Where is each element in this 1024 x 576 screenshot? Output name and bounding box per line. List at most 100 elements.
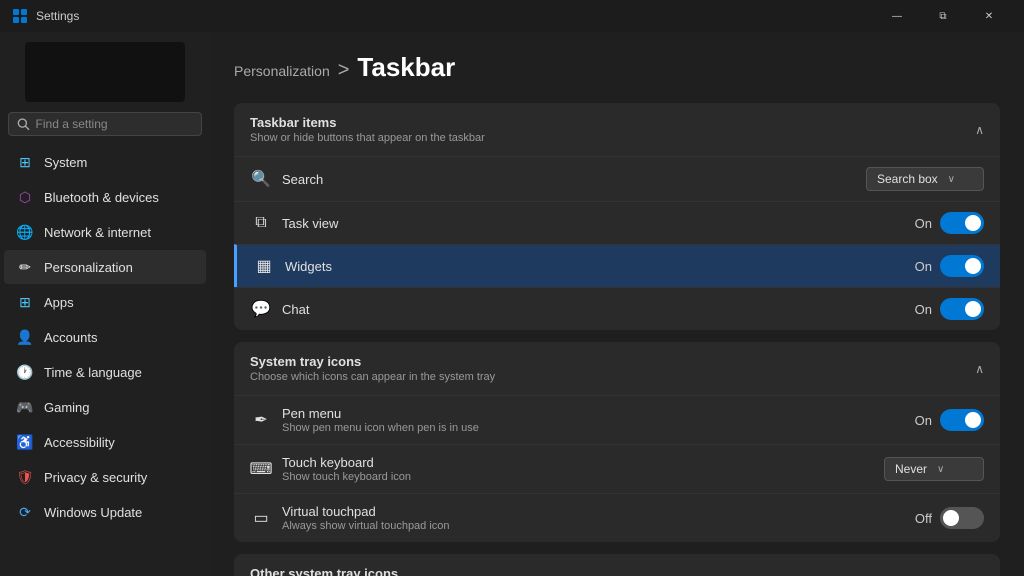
toggle-widgets[interactable] (940, 255, 984, 277)
sidebar-item-accessibility[interactable]: ♿ Accessibility (4, 425, 206, 459)
sidebar-item-privacy[interactable]: 🛡 Privacy & security (4, 460, 206, 494)
sublabel-touch-keyboard: Show touch keyboard icon (282, 471, 411, 483)
sidebar-label-apps: Apps (44, 295, 74, 310)
section-header-taskbar-items[interactable]: Taskbar items Show or hide buttons that … (234, 103, 1000, 156)
sidebar-label-system: System (44, 155, 87, 170)
personalization-icon: ✏ (16, 258, 34, 276)
search-icon (17, 117, 30, 131)
sidebar-item-personalization[interactable]: ✏ Personalization (4, 250, 206, 284)
sublabel-virtual-touchpad: Always show virtual touchpad icon (282, 520, 450, 532)
setting-left-chat: 💬 Chat (250, 298, 309, 320)
sidebar-item-time[interactable]: 🕐 Time & language (4, 355, 206, 389)
sidebar-item-update[interactable]: ⟳ Windows Update (4, 495, 206, 529)
toggle-chat[interactable] (940, 298, 984, 320)
app-icon (12, 8, 28, 24)
avatar (25, 42, 185, 102)
sidebar-label-update: Windows Update (44, 505, 142, 520)
section-title-taskbar-items: Taskbar items (250, 115, 485, 130)
dropdown-touch-keyboard[interactable]: Never ∨ (884, 457, 984, 481)
sublabel-pen-menu: Show pen menu icon when pen is in use (282, 422, 479, 434)
setting-left-pen-menu: ✒ Pen menu Show pen menu icon when pen i… (250, 406, 479, 434)
network-icon: 🌐 (16, 223, 34, 241)
sidebar-search[interactable] (8, 112, 202, 136)
dropdown-value-touch-keyboard: Never (895, 462, 927, 476)
toggle-virtual-touchpad[interactable] (940, 507, 984, 529)
page-parent: Personalization (234, 63, 330, 79)
sidebar-label-privacy: Privacy & security (44, 470, 147, 485)
toggle-pen-menu[interactable] (940, 409, 984, 431)
setting-right-virtual-touchpad: Off (915, 507, 984, 529)
setting-row-virtual-touchpad: ▭ Virtual touchpad Always show virtual t… (234, 493, 1000, 542)
close-button[interactable]: ✕ (966, 0, 1012, 32)
toggle-taskview[interactable] (940, 212, 984, 234)
section-chevron-taskbar-items: ∧ (975, 123, 984, 137)
system-icon: ⊞ (16, 153, 34, 171)
section-system-tray-icons: System tray icons Choose which icons can… (234, 342, 1000, 542)
setting-label-chat: Chat (282, 302, 309, 317)
setting-label-virtual-touchpad: Virtual touchpad (282, 504, 450, 519)
setting-icon-virtual-touchpad: ▭ (250, 507, 272, 529)
minimize-button[interactable]: — (874, 0, 920, 32)
setting-right-touch-keyboard: Never ∨ (884, 457, 984, 481)
sidebar-item-accounts[interactable]: 👤 Accounts (4, 320, 206, 354)
section-header-system-tray-icons[interactable]: System tray icons Choose which icons can… (234, 342, 1000, 395)
sidebar-item-system[interactable]: ⊞ System (4, 145, 206, 179)
setting-left-search: 🔍 Search (250, 168, 323, 190)
sidebar-label-bluetooth: Bluetooth & devices (44, 190, 159, 205)
dropdown-search[interactable]: Search box ∨ (866, 167, 984, 191)
section-title-other-tray-icons: Other system tray icons (250, 566, 452, 576)
page-header: Personalization > Taskbar (234, 52, 1000, 83)
setting-right-taskview: On (915, 212, 984, 234)
sidebar-label-time: Time & language (44, 365, 142, 380)
setting-icon-taskview: ⧉ (250, 212, 272, 234)
sidebar-label-gaming: Gaming (44, 400, 90, 415)
sidebar: ⊞ System ⬡ Bluetooth & devices 🌐 Network… (0, 32, 210, 576)
toggle-label-pen-menu: On (915, 413, 932, 428)
setting-right-widgets: On (915, 255, 984, 277)
setting-icon-widgets: ▦ (253, 255, 275, 277)
sidebar-item-network[interactable]: 🌐 Network & internet (4, 215, 206, 249)
toggle-label-virtual-touchpad: Off (915, 511, 932, 526)
sidebar-label-personalization: Personalization (44, 260, 133, 275)
section-chevron-system-tray-icons: ∧ (975, 362, 984, 376)
setting-right-search: Search box ∨ (866, 167, 984, 191)
apps-icon: ⊞ (16, 293, 34, 311)
title-bar-controls: — ⧉ ✕ (874, 0, 1012, 32)
setting-row-touch-keyboard: ⌨ Touch keyboard Show touch keyboard ico… (234, 444, 1000, 493)
privacy-icon: 🛡 (16, 468, 34, 486)
section-desc-system-tray-icons: Choose which icons can appear in the sys… (250, 371, 495, 383)
search-input[interactable] (36, 117, 193, 131)
toggle-thumb-chat (965, 301, 981, 317)
setting-row-chat: 💬 Chat On (234, 287, 1000, 330)
accounts-icon: 👤 (16, 328, 34, 346)
setting-label-widgets: Widgets (285, 259, 332, 274)
sidebar-item-apps[interactable]: ⊞ Apps (4, 285, 206, 319)
section-desc-taskbar-items: Show or hide buttons that appear on the … (250, 132, 485, 144)
setting-label-search: Search (282, 172, 323, 187)
toggle-thumb-taskview (965, 215, 981, 231)
page-title: Taskbar (357, 52, 455, 83)
section-header-other-tray-icons[interactable]: Other system tray icons Show or hide add… (234, 554, 1000, 576)
setting-icon-pen-menu: ✒ (250, 409, 272, 431)
maximize-button[interactable]: ⧉ (920, 0, 966, 32)
section-taskbar-items: Taskbar items Show or hide buttons that … (234, 103, 1000, 330)
setting-label-touch-keyboard: Touch keyboard (282, 455, 411, 470)
sections-container: Taskbar items Show or hide buttons that … (234, 103, 1000, 576)
setting-row-pen-menu: ✒ Pen menu Show pen menu icon when pen i… (234, 395, 1000, 444)
setting-icon-search: 🔍 (250, 168, 272, 190)
setting-row-search: 🔍 Search Search box ∨ (234, 156, 1000, 201)
setting-left-taskview: ⧉ Task view (250, 212, 338, 234)
toggle-thumb-virtual-touchpad (943, 510, 959, 526)
toggle-thumb-widgets (965, 258, 981, 274)
dropdown-arrow-touch-keyboard: ∨ (937, 464, 944, 475)
setting-left-widgets: ▦ Widgets (253, 255, 332, 277)
toggle-label-chat: On (915, 302, 932, 317)
time-icon: 🕐 (16, 363, 34, 381)
toggle-label-widgets: On (915, 259, 932, 274)
setting-right-chat: On (915, 298, 984, 320)
sidebar-label-network: Network & internet (44, 225, 151, 240)
sidebar-item-gaming[interactable]: 🎮 Gaming (4, 390, 206, 424)
sidebar-item-bluetooth[interactable]: ⬡ Bluetooth & devices (4, 180, 206, 214)
title-bar-label: Settings (36, 9, 79, 23)
bluetooth-icon: ⬡ (16, 188, 34, 206)
